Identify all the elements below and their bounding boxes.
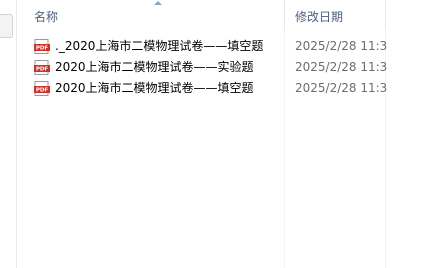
file-date-modified: 2025/2/28 11:31 (295, 81, 387, 95)
column-header-date-modified[interactable]: 修改日期 (295, 0, 343, 30)
column-header-name[interactable]: 名称 (34, 0, 58, 30)
file-explorer-list: 名称 修改日期 PDF ._2020上海市二模物理试卷——填空题 2025/2/… (0, 0, 447, 268)
navigation-pane-edge (0, 0, 17, 268)
column-header-bar: 名称 修改日期 (17, 0, 447, 31)
sort-ascending-icon (154, 1, 162, 5)
column-divider[interactable] (385, 0, 386, 30)
file-list: PDF ._2020上海市二模物理试卷——填空题 2025/2/28 11:31… (17, 36, 447, 99)
file-name: ._2020上海市二模物理试卷——填空题 (55, 39, 264, 53)
file-name: 2020上海市二模物理试卷——填空题 (55, 81, 254, 95)
svg-text:PDF: PDF (36, 88, 49, 94)
file-row[interactable]: PDF 2020上海市二模物理试卷——实验题 2025/2/28 11:32 (17, 57, 447, 78)
svg-text:PDF: PDF (36, 67, 49, 73)
file-row[interactable]: PDF 2020上海市二模物理试卷——填空题 2025/2/28 11:31 (17, 78, 447, 99)
pdf-file-icon: PDF (34, 81, 50, 96)
navigation-pane-scroll-handle[interactable] (0, 14, 13, 38)
file-row[interactable]: PDF ._2020上海市二模物理试卷——填空题 2025/2/28 11:31 (17, 36, 447, 57)
column-divider[interactable] (284, 0, 285, 30)
file-date-modified: 2025/2/28 11:32 (295, 60, 387, 74)
file-name: 2020上海市二模物理试卷——实验题 (55, 60, 254, 74)
pdf-file-icon: PDF (34, 60, 50, 75)
file-date-modified: 2025/2/28 11:31 (295, 39, 387, 53)
svg-text:PDF: PDF (36, 46, 49, 52)
pdf-file-icon: PDF (34, 39, 50, 54)
